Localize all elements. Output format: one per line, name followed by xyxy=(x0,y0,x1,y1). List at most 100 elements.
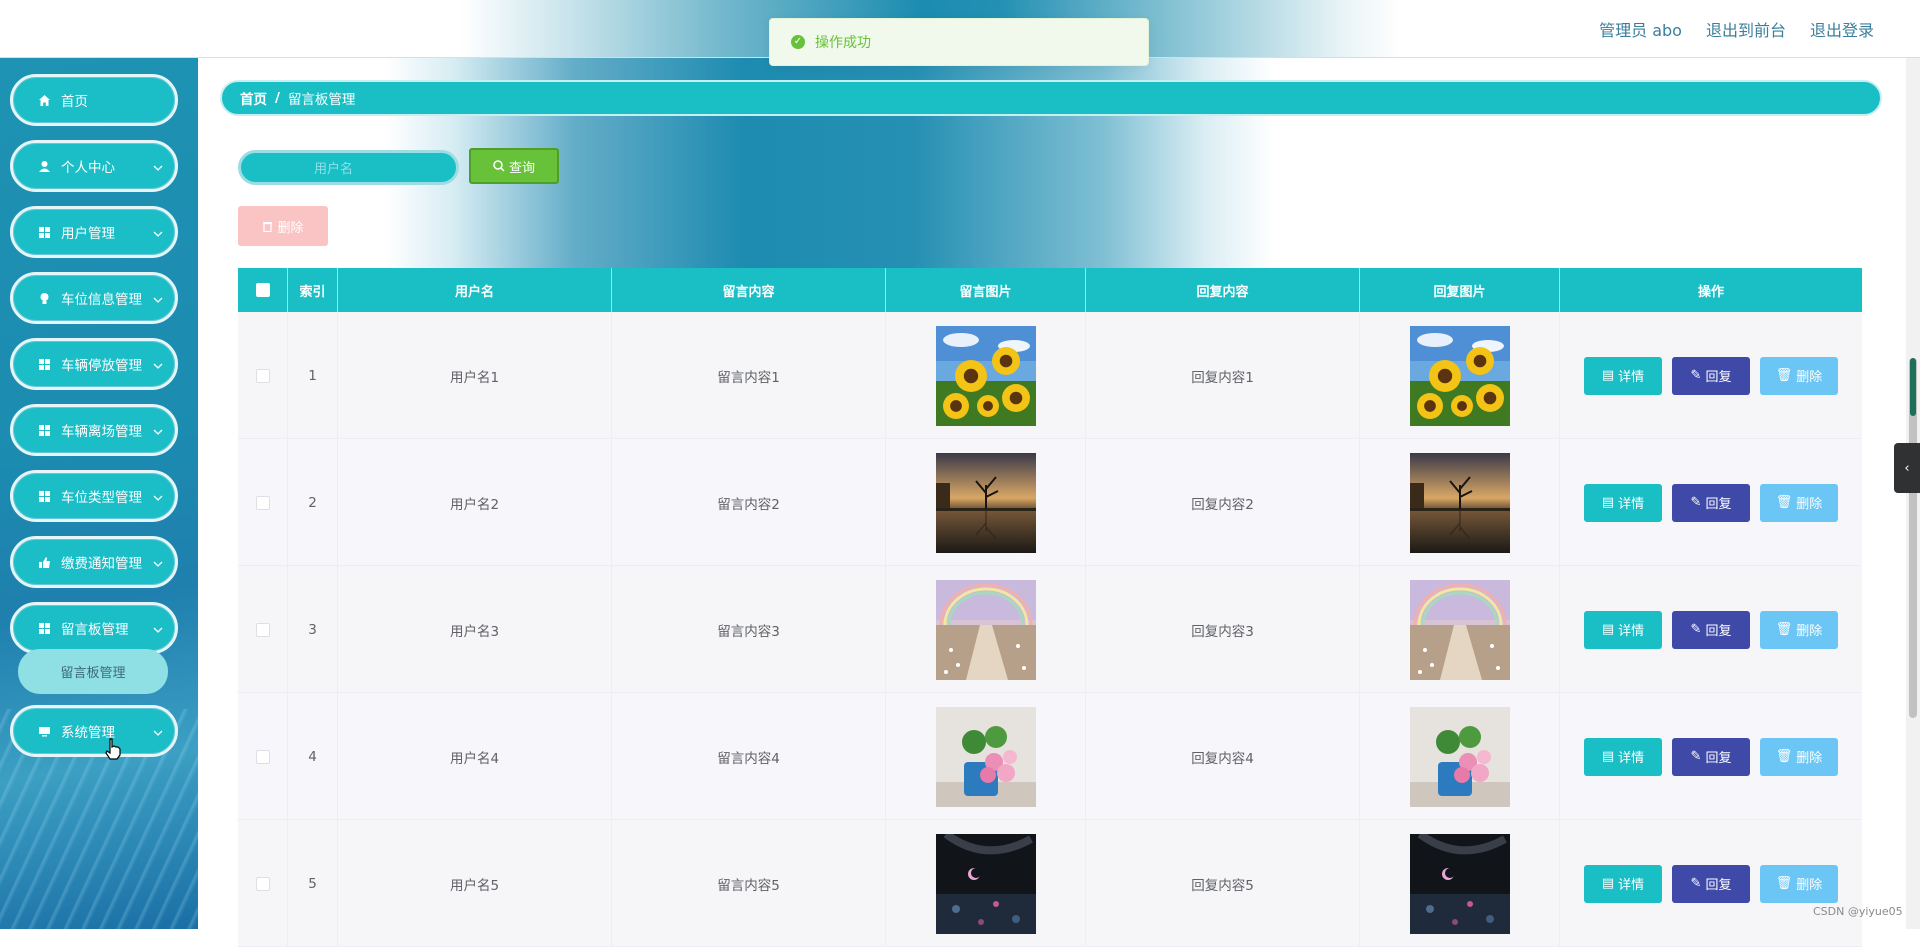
row-select-cell xyxy=(238,566,288,693)
col-index: 索引 xyxy=(288,268,338,312)
select-all-checkbox[interactable] xyxy=(255,283,270,297)
document-icon: ▤ xyxy=(1601,876,1615,891)
reply-image[interactable] xyxy=(1409,325,1510,426)
detail-button[interactable]: ▤ 详情 xyxy=(1584,356,1662,395)
toast-message: 操作成功 xyxy=(815,35,871,51)
username-search-input[interactable]: 用户名 xyxy=(238,150,459,185)
reply-button[interactable]: ✎ 回复 xyxy=(1672,737,1750,776)
reply-image[interactable] xyxy=(1409,706,1510,807)
reply-button[interactable]: ✎ 回复 xyxy=(1672,356,1750,395)
sidebar-item-label: 车辆停放管理 xyxy=(61,358,142,374)
logout-link[interactable]: 退出登录 xyxy=(1810,17,1874,41)
sidebar-item-label: 首页 xyxy=(61,94,88,110)
chevron-left-icon: ‹ xyxy=(1904,460,1910,476)
row-checkbox[interactable] xyxy=(255,876,270,891)
message-image[interactable] xyxy=(935,452,1036,553)
cell-reply: 回复内容4 xyxy=(1086,693,1360,820)
search-button[interactable]: 查询 xyxy=(469,148,559,184)
sidebar-item-label: 车辆离场管理 xyxy=(61,424,142,440)
cell-message: 留言内容1 xyxy=(612,312,886,439)
sidebar-item-3[interactable]: 车位信息管理 xyxy=(10,272,178,324)
message-image[interactable] xyxy=(935,833,1036,934)
sidebar-item-6[interactable]: 车位类型管理 xyxy=(10,470,178,522)
vertical-scrollbar[interactable] xyxy=(1906,58,1920,929)
table-body: 1 用户名1 留言内容1 回复内容1 ▤ 详情 ✎ 回复 🗑︎ 删除 2 用户名2 留… xyxy=(238,312,1862,947)
row-checkbox[interactable] xyxy=(255,622,270,637)
trash-icon: 🗑︎ xyxy=(1775,876,1793,891)
col-reply-image: 回复图片 xyxy=(1360,268,1560,312)
document-icon: ▤ xyxy=(1601,368,1615,383)
chevron-down-icon xyxy=(153,425,163,438)
sidebar-item-label: 缴费通知管理 xyxy=(61,556,142,572)
select-all-cell xyxy=(238,268,288,312)
col-message: 留言内容 xyxy=(612,268,886,312)
delete-button[interactable]: 🗑︎ 删除 xyxy=(1760,737,1838,776)
cell-message: 留言内容4 xyxy=(612,693,886,820)
batch-delete-button[interactable]: 删除 xyxy=(238,206,328,246)
chevron-down-icon xyxy=(153,227,163,240)
grid-icon xyxy=(37,621,51,635)
sidebar-item-2[interactable]: 用户管理 xyxy=(10,206,178,258)
edit-icon: ✎ xyxy=(1690,622,1702,637)
table-row: 1 用户名1 留言内容1 回复内容1 ▤ 详情 ✎ 回复 🗑︎ 删除 xyxy=(238,312,1862,439)
chevron-down-icon xyxy=(153,293,163,306)
reply-image[interactable] xyxy=(1409,452,1510,553)
delete-button[interactable]: 🗑︎ 删除 xyxy=(1760,483,1838,522)
detail-button[interactable]: ▤ 详情 xyxy=(1584,610,1662,649)
delete-button[interactable]: 🗑︎ 删除 xyxy=(1760,610,1838,649)
batch-delete-label: 删除 xyxy=(277,220,304,236)
sidebar-item-4[interactable]: 车辆停放管理 xyxy=(10,338,178,390)
breadcrumb-home[interactable]: 首页 xyxy=(240,88,267,108)
message-image[interactable] xyxy=(935,325,1036,426)
grid-icon xyxy=(37,423,51,437)
reply-label: 回复 xyxy=(1705,624,1732,639)
trash-icon: 🗑︎ xyxy=(1775,622,1793,637)
row-checkbox[interactable] xyxy=(255,749,270,764)
guestbook-table: 索引 用户名 留言内容 留言图片 回复内容 回复图片 操作 1 用户名1 留言内… xyxy=(238,268,1862,947)
collapse-panel-button[interactable]: ‹ xyxy=(1894,443,1920,493)
cell-reply: 回复内容3 xyxy=(1086,566,1360,693)
cell-actions: ▤ 详情 ✎ 回复 🗑︎ 删除 xyxy=(1560,566,1862,693)
reply-label: 回复 xyxy=(1705,878,1732,893)
col-message-image: 留言图片 xyxy=(886,268,1086,312)
sidebar-item-7[interactable]: 缴费通知管理 xyxy=(10,536,178,588)
cell-username: 用户名5 xyxy=(338,820,612,947)
sidebar-item-5[interactable]: 车辆离场管理 xyxy=(10,404,178,456)
sidebar-item-8[interactable]: 留言板管理 xyxy=(10,602,178,654)
sidebar-item-1[interactable]: 个人中心 xyxy=(10,140,178,192)
message-image[interactable] xyxy=(935,579,1036,680)
document-icon: ▤ xyxy=(1601,749,1615,764)
detail-label: 详情 xyxy=(1618,497,1645,512)
cell-message: 留言内容5 xyxy=(612,820,886,947)
delete-button[interactable]: 🗑︎ 删除 xyxy=(1760,864,1838,903)
sidebar-item-9[interactable]: 系统管理 xyxy=(10,705,178,757)
reply-button[interactable]: ✎ 回复 xyxy=(1672,610,1750,649)
sidebar-item-0[interactable]: 首页 xyxy=(10,74,178,126)
reply-button[interactable]: ✎ 回复 xyxy=(1672,864,1750,903)
cell-reply-image xyxy=(1360,820,1560,947)
detail-label: 详情 xyxy=(1618,878,1645,893)
chevron-down-icon xyxy=(153,623,163,636)
detail-button[interactable]: ▤ 详情 xyxy=(1584,864,1662,903)
reply-image[interactable] xyxy=(1409,579,1510,680)
delete-label: 删除 xyxy=(1796,497,1823,512)
front-link[interactable]: 退出到前台 xyxy=(1706,17,1786,41)
delete-label: 删除 xyxy=(1796,624,1823,639)
table-row: 3 用户名3 留言内容3 回复内容3 ▤ 详情 ✎ 回复 🗑︎ 删除 xyxy=(238,566,1862,693)
row-checkbox[interactable] xyxy=(255,368,270,383)
delete-button[interactable]: 🗑︎ 删除 xyxy=(1760,356,1838,395)
chevron-down-icon xyxy=(153,491,163,504)
detail-button[interactable]: ▤ 详情 xyxy=(1584,737,1662,776)
submenu-item-guestbook[interactable]: 留言板管理 xyxy=(18,649,168,694)
cell-actions: ▤ 详情 ✎ 回复 🗑︎ 删除 xyxy=(1560,439,1862,566)
detail-button[interactable]: ▤ 详情 xyxy=(1584,483,1662,522)
cell-username: 用户名3 xyxy=(338,566,612,693)
message-image[interactable] xyxy=(935,706,1036,807)
cell-index: 3 xyxy=(288,566,338,693)
chevron-down-icon xyxy=(153,359,163,372)
reply-button[interactable]: ✎ 回复 xyxy=(1672,483,1750,522)
row-checkbox[interactable] xyxy=(255,495,270,510)
reply-image[interactable] xyxy=(1409,833,1510,934)
breadcrumb-current: 留言板管理 xyxy=(287,92,356,108)
cell-index: 5 xyxy=(288,820,338,947)
